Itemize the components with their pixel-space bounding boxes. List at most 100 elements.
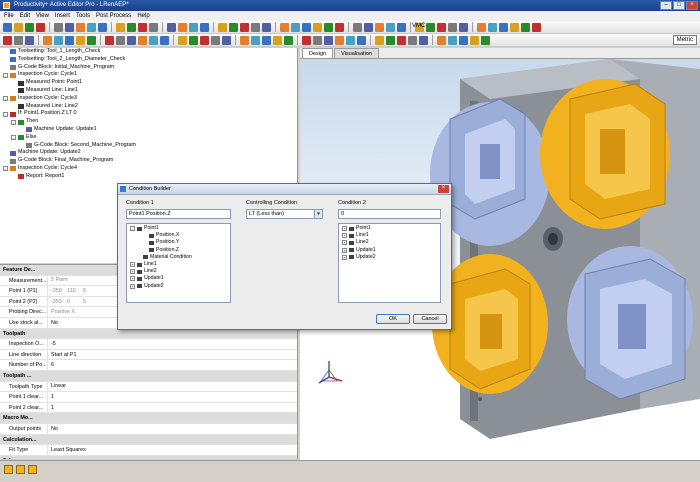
tree-item[interactable]: - Inspection Cycle: Cycle1 (0, 71, 297, 79)
toolbar-tool-icon[interactable] (437, 35, 446, 45)
property-value[interactable]: 1 (48, 394, 54, 400)
toolbar-tool-icon[interactable] (521, 22, 530, 32)
toolbar-tool-icon[interactable] (302, 35, 311, 45)
toolbar-tool-icon[interactable] (335, 35, 344, 45)
toolbar-tool-icon[interactable] (229, 22, 238, 32)
condition-tree-item[interactable]: + Line1 (339, 232, 440, 239)
tree-item[interactable]: - Else (0, 134, 297, 142)
collapse-toggle-icon[interactable]: - (3, 111, 8, 117)
menu-item-file[interactable]: File (4, 11, 14, 21)
toolbar-tool-icon[interactable] (313, 22, 322, 32)
toolbar-tool-icon[interactable] (324, 35, 333, 45)
toolbar-tool-icon[interactable] (386, 22, 395, 32)
toolbar-tool-icon[interactable] (291, 22, 300, 32)
condition-tree-item[interactable]: + Line1 (127, 261, 230, 268)
tree-item[interactable]: - Inspection Cycle: Cycle3 (0, 95, 297, 103)
toolbar-tool-icon[interactable] (459, 22, 468, 32)
toolbar-tool-icon[interactable] (149, 22, 158, 32)
condition2-tree[interactable]: + Point1 + Line1 + Line2 + Update1 + Update2 (338, 223, 441, 303)
toolbar-tool-icon[interactable] (218, 22, 227, 32)
tree-item[interactable]: Measured Point: Point1 (0, 79, 297, 87)
toolbar-tool-icon[interactable] (357, 35, 366, 45)
toolbar-tool-icon[interactable] (116, 22, 125, 32)
toolbar-tool-icon[interactable] (54, 35, 63, 45)
units-dropdown[interactable]: Metric (672, 35, 697, 45)
collapse-toggle-icon[interactable]: - (3, 96, 8, 102)
condition-tree-item[interactable]: + Update1 (127, 275, 230, 282)
toolbar-tool-icon[interactable] (284, 35, 293, 45)
toolbar-tool-icon[interactable] (54, 22, 63, 32)
toolbar-tool-icon[interactable] (127, 35, 136, 45)
property-category[interactable]: Tolerance... (0, 455, 297, 459)
toolbar-tool-icon[interactable] (419, 35, 428, 45)
condition-tree-item[interactable]: + Update1 (339, 247, 440, 254)
toolbar-tool-icon[interactable] (98, 22, 107, 32)
toolbar-tool-icon[interactable] (532, 22, 541, 32)
property-row[interactable]: Output points No (0, 423, 297, 435)
toolbar-tool-icon[interactable] (149, 35, 158, 45)
toolbar-tool-icon[interactable] (43, 35, 52, 45)
toolbar-tool-icon[interactable] (375, 35, 384, 45)
property-row[interactable]: Point 1 clear... 1 (0, 392, 297, 403)
property-value[interactable]: -5 (48, 341, 56, 347)
toolbar-tool-icon[interactable] (251, 22, 260, 32)
tree-item[interactable]: Machine Update: Update2 (0, 149, 297, 157)
tree-item[interactable]: G-Code Block: Initial_Machine_Program (0, 64, 297, 72)
expand-toggle-icon[interactable]: + (342, 247, 347, 253)
toolbar-tool-icon[interactable] (481, 35, 490, 45)
tree-item[interactable]: - Then (0, 118, 297, 126)
expand-toggle-icon[interactable]: + (130, 269, 135, 275)
toolbar-tool-icon[interactable] (397, 35, 406, 45)
menu-item-view[interactable]: View (36, 11, 49, 21)
toolbar-tool-icon[interactable] (510, 22, 519, 32)
toolbar-tool-icon[interactable] (76, 22, 85, 32)
property-value[interactable]: 2 Point (48, 277, 68, 283)
property-value[interactable]: 1 (48, 405, 54, 411)
toolbar-tool-icon[interactable] (167, 22, 176, 32)
toolbar-tool-icon[interactable] (178, 22, 187, 32)
menu-item-insert[interactable]: Insert (55, 11, 70, 21)
menu-item-help[interactable]: Help (137, 11, 149, 21)
property-value[interactable]: Linear (48, 383, 66, 389)
controlling-condition-select[interactable]: LT (Less than) ▾ (246, 209, 323, 219)
condition-tree-item[interactable]: + Update2 (127, 283, 230, 290)
toolbar-tool-icon[interactable] (470, 35, 479, 45)
toolbar-tool-icon[interactable] (262, 22, 271, 32)
condition-tree-item[interactable]: - Point1 (127, 225, 230, 232)
toolbar-tool-icon[interactable] (222, 35, 231, 45)
toolbar-tool-icon[interactable] (280, 22, 289, 32)
expand-toggle-icon[interactable]: + (130, 283, 135, 289)
toolbar-tool-icon[interactable] (324, 22, 333, 32)
maximize-button[interactable]: □ (673, 1, 685, 10)
collapse-toggle-icon[interactable]: - (11, 135, 16, 141)
toolbar-tool-icon[interactable] (488, 22, 497, 32)
toolbar-tool-icon[interactable] (105, 35, 114, 45)
property-value[interactable]: -350 0 5 (48, 299, 99, 305)
toolbar-tool-icon[interactable] (302, 22, 311, 32)
menu-item-edit[interactable]: Edit (20, 11, 30, 21)
property-value[interactable]: -350 110 5 (48, 288, 99, 294)
toolbar-tool-icon[interactable] (87, 35, 96, 45)
property-value[interactable]: Least Squares (48, 447, 86, 453)
property-row[interactable]: Fit Type Least Squares (0, 445, 297, 456)
toolbar-tool-icon[interactable] (138, 22, 147, 32)
toolbar-tool-icon[interactable] (459, 35, 468, 45)
condition-tree-item[interactable]: Position.Z (127, 247, 230, 254)
property-value[interactable]: Start at P1 (48, 352, 76, 358)
collapse-toggle-icon[interactable]: - (3, 72, 8, 78)
toolbar-tool-icon[interactable] (65, 22, 74, 32)
tab-design[interactable]: Design (302, 48, 334, 58)
toolbar-tool-icon[interactable] (448, 35, 457, 45)
toolbar-tool-icon[interactable] (353, 22, 362, 32)
toolbar-tool-icon[interactable] (160, 35, 169, 45)
toolbar-tool-icon[interactable] (477, 22, 486, 32)
property-row[interactable]: Line direction Start at P1 (0, 349, 297, 361)
property-category[interactable]: Toolpath (0, 328, 297, 340)
property-row[interactable]: Point 2 clear... 1 (0, 402, 297, 414)
property-category[interactable]: Macro Mo... (0, 413, 297, 424)
tree-item[interactable]: Toolsetting: Tool_1_Length_Check (0, 48, 297, 56)
toolbar-tool-icon[interactable] (386, 35, 395, 45)
toolbar-tool-icon[interactable] (499, 22, 508, 32)
tree-item[interactable]: - Inspection Cycle: Cycle4 (0, 165, 297, 173)
toolbar-tool-icon[interactable] (426, 22, 435, 32)
